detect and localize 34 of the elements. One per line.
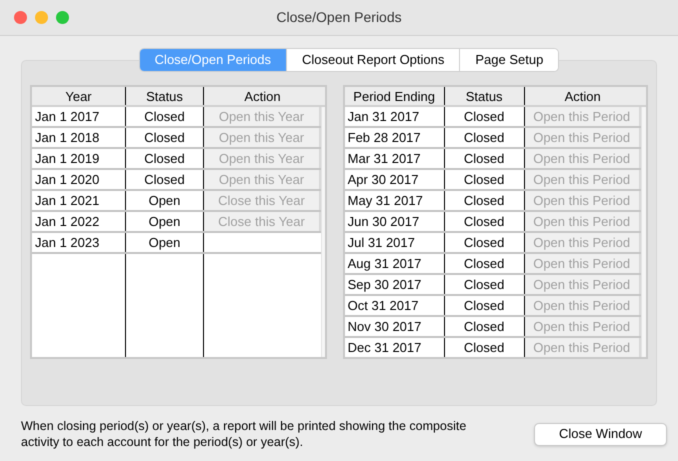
table-cell: Feb 28 2017 [344, 128, 445, 147]
window-title: Close/Open Periods [276, 8, 402, 27]
table-cell: Jan 31 2017 [344, 107, 445, 126]
table-cell: Apr 30 2017 [344, 170, 445, 189]
column-header: Period Ending [344, 87, 445, 105]
column-header: Action [243, 88, 282, 105]
table-cell: Nov 30 2017 [344, 317, 445, 336]
table-cell: Jan 1 2022 [32, 212, 126, 231]
table-cell: Sep 30 2017 [344, 275, 445, 294]
table-cell: Jan 1 2019 [32, 149, 126, 168]
table-cell: Open [126, 233, 204, 252]
column-header: Year [32, 87, 126, 105]
table-cell: May 31 2017 [344, 191, 445, 210]
footer-note: When closing period(s) or year(s), a report will be printed showing the composite activity to each account for the period(s) or year(s). [21, 418, 468, 450]
tab[interactable]: Page Setup [459, 49, 558, 71]
column-header: Status [444, 87, 525, 105]
zoom-icon[interactable] [56, 11, 69, 24]
close-icon[interactable] [14, 11, 27, 24]
table-cell: Mar 31 2017 [344, 149, 445, 168]
table-cell: Jan 1 2021 [32, 191, 126, 210]
table-cell: Jan 1 2020 [32, 170, 126, 189]
table-cell: Jan 1 2018 [32, 128, 126, 147]
close-window-button[interactable]: Close Window [534, 422, 667, 446]
table-cell: Aug 31 2017 [344, 254, 445, 273]
tab[interactable]: Close/Open Periods [140, 49, 286, 71]
table-cell: Jun 30 2017 [344, 212, 445, 231]
column-header: Action [564, 88, 602, 105]
table-cell: Oct 31 2017 [344, 296, 445, 315]
table-cell: Jan 1 2017 [32, 107, 126, 126]
table-cell: Jul 31 2017 [344, 233, 445, 252]
table-cell: Dec 31 2017 [344, 338, 445, 357]
table-cell: Jan 1 2023 [32, 233, 126, 252]
minimize-icon[interactable] [35, 11, 48, 24]
column-header: Status [126, 87, 204, 105]
